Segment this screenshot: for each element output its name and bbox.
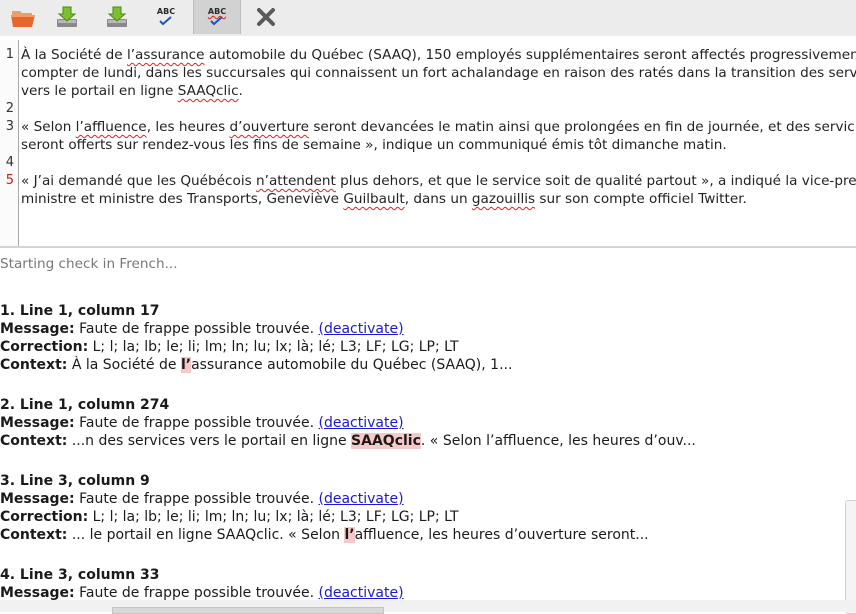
result-message: Message: Faute de frappe possible trouvé… bbox=[0, 491, 404, 507]
context-highlight: l’ bbox=[344, 527, 355, 543]
status-text: Starting check in French... bbox=[0, 256, 178, 272]
editor-line: « Selon l’affluence, les heures d’ouvert… bbox=[21, 119, 855, 135]
result-entry: 2. Line 1, column 274 Message: Faute de … bbox=[0, 396, 856, 450]
result-header: 1. Line 1, column 17 bbox=[0, 303, 160, 319]
toolbar: ABC ABC bbox=[0, 0, 856, 36]
result-correction: Correction: L; l; la; lb; le; li; lm; ln… bbox=[0, 509, 459, 525]
result-correction: Correction: L; l; la; lb; le; li; lm; ln… bbox=[0, 339, 459, 355]
misspelled-word[interactable]: l’affluence bbox=[76, 119, 147, 135]
line-number: 3 bbox=[5, 119, 14, 134]
deactivate-link[interactable]: (deactivate) bbox=[319, 321, 404, 337]
scrollbar-thumb[interactable] bbox=[112, 607, 384, 614]
line-number: 1 bbox=[5, 47, 14, 62]
editor-line: ministre et ministre des Transports, Gen… bbox=[21, 191, 747, 207]
result-message: Message: Faute de frappe possible trouvé… bbox=[0, 321, 404, 337]
deactivate-link[interactable]: (deactivate) bbox=[319, 491, 404, 507]
line-number: 2 bbox=[5, 101, 14, 116]
result-context: Context: ...n des services vers le porta… bbox=[0, 433, 696, 449]
spellcheck-icon-label: ABC bbox=[156, 7, 176, 16]
result-entry: 4. Line 3, column 33 Message: Faute de f… bbox=[0, 566, 856, 602]
result-header: 3. Line 3, column 9 bbox=[0, 473, 150, 489]
editor-line: seront offerts sur rendez-vous les fins … bbox=[21, 137, 727, 153]
spellcheck-active-icon-label: ABC bbox=[207, 7, 227, 16]
close-button[interactable] bbox=[243, 0, 289, 34]
download-icon bbox=[57, 6, 77, 27]
open-button[interactable] bbox=[0, 0, 46, 34]
close-icon bbox=[257, 8, 275, 26]
misspelled-word[interactable]: l’assurance bbox=[127, 47, 205, 63]
result-entry: 3. Line 3, column 9 Message: Faute de fr… bbox=[0, 472, 856, 544]
editor-line: À la Société de l’assurance automobile d… bbox=[21, 47, 856, 63]
result-context: Context: ... le portail en ligne SAAQcli… bbox=[0, 527, 649, 543]
result-message: Message: Faute de frappe possible trouvé… bbox=[0, 415, 404, 431]
download-button[interactable] bbox=[44, 0, 90, 34]
deactivate-link[interactable]: (deactivate) bbox=[319, 585, 404, 601]
result-header: 2. Line 1, column 274 bbox=[0, 397, 170, 413]
line-number: 4 bbox=[5, 155, 14, 170]
line-number-gutter: 1 2 3 4 5 bbox=[0, 40, 19, 246]
editor-line: compter de lundi, dans les succursales q… bbox=[21, 65, 856, 81]
result-header: 4. Line 3, column 33 bbox=[0, 567, 160, 583]
open-folder-icon bbox=[11, 11, 35, 27]
editor-line: « J’ai demandé que les Québécois n’atten… bbox=[21, 173, 856, 189]
context-highlight: SAAQclic bbox=[351, 433, 421, 449]
editor-text[interactable]: À la Société de l’assurance automobile d… bbox=[21, 46, 856, 208]
result-context: Context: À la Société de l’assurance aut… bbox=[0, 357, 513, 373]
save-button[interactable] bbox=[94, 0, 140, 34]
deactivate-link[interactable]: (deactivate) bbox=[319, 415, 404, 431]
spellcheck-active-icon: ABC bbox=[208, 8, 226, 26]
side-panel-edge bbox=[845, 500, 856, 614]
horizontal-scrollbar[interactable] bbox=[0, 600, 856, 614]
spellcheck-icon: ABC bbox=[157, 8, 175, 26]
misspelled-word[interactable]: gazouillis bbox=[472, 191, 535, 207]
spellcheck-active-button[interactable]: ABC bbox=[193, 0, 241, 34]
save-icon bbox=[107, 6, 127, 27]
line-number-error: 5 bbox=[5, 173, 14, 188]
misspelled-word[interactable]: n’attendent bbox=[256, 173, 336, 189]
misspelled-word[interactable]: Guilbault bbox=[343, 191, 404, 207]
result-entry: 1. Line 1, column 17 Message: Faute de f… bbox=[0, 302, 856, 374]
misspelled-word[interactable]: SAAQclic bbox=[178, 83, 239, 99]
misspelled-word[interactable]: d’ouverture bbox=[230, 119, 309, 135]
editor-line: vers le portail en ligne SAAQclic. bbox=[21, 83, 243, 99]
text-editor[interactable]: 1 2 3 4 5 À la Société de l’assurance au… bbox=[0, 40, 856, 248]
context-highlight: l’ bbox=[180, 357, 192, 373]
spellcheck-button[interactable]: ABC bbox=[143, 0, 189, 34]
